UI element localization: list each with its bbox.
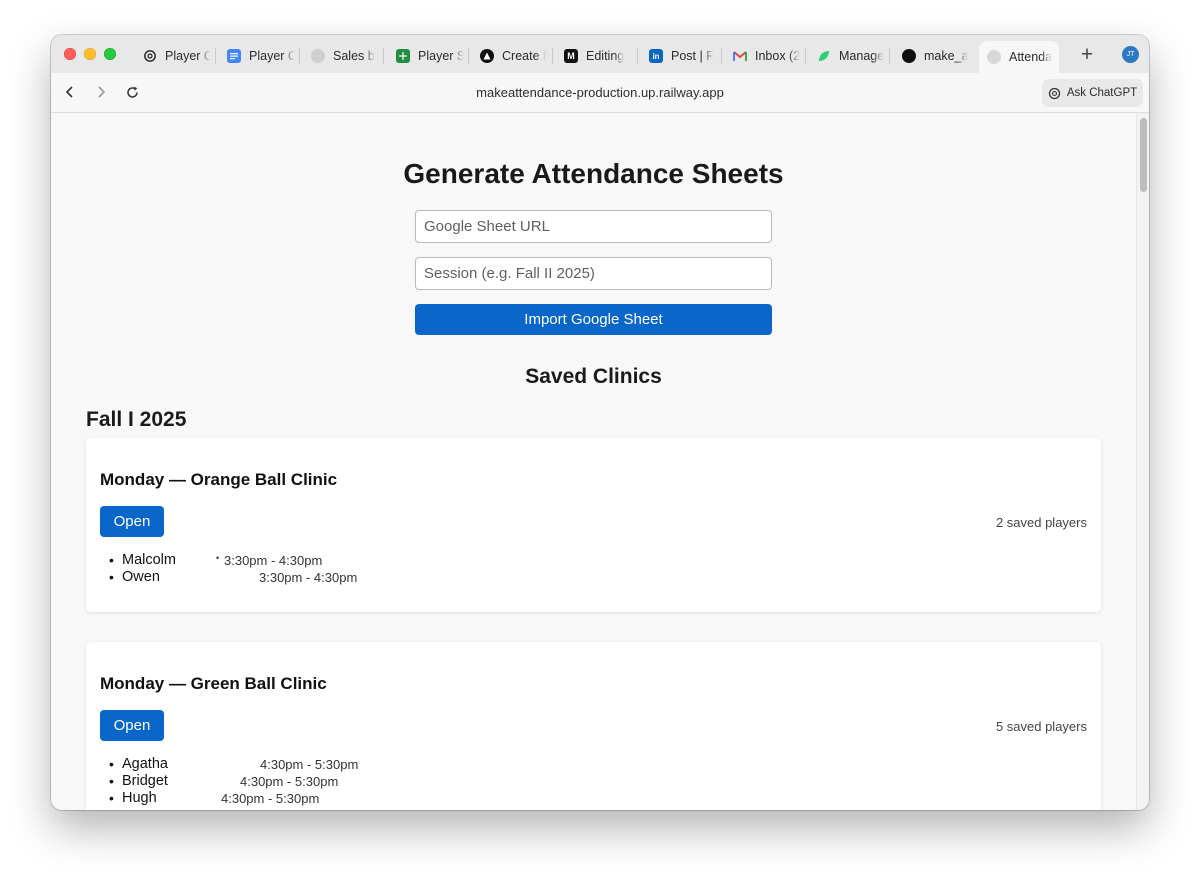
clinic-card: Monday — Orange Ball Clinic Open 2 saved…: [86, 438, 1101, 612]
globe-icon: [311, 49, 325, 63]
list-item: Agatha 4:30pm - 5:30pm: [109, 756, 622, 773]
player-name: Hugh: [122, 790, 157, 806]
google-docs-icon: [227, 49, 241, 63]
saved-clinics-heading: Saved Clinics: [525, 365, 662, 388]
close-window-button[interactable]: [64, 48, 76, 60]
session-input[interactable]: [415, 257, 772, 290]
clinic-title: Monday — Green Ball Clinic: [100, 674, 327, 693]
dark-circle-icon: [902, 49, 916, 63]
open-clinic-button[interactable]: Open: [100, 710, 164, 741]
leaf-app-icon: [817, 49, 831, 63]
page-title: Generate Attendance Sheets: [403, 158, 784, 189]
import-google-sheet-button[interactable]: Import Google Sheet: [415, 304, 772, 335]
player-time: 4:30pm - 5:30pm: [260, 757, 359, 772]
tab-create[interactable]: Create l: [472, 41, 548, 71]
session-heading: Fall I 2025: [86, 408, 187, 431]
google-sheet-url-input[interactable]: [415, 210, 772, 243]
tab-player-s[interactable]: Player S: [388, 41, 464, 71]
maximize-window-button[interactable]: [104, 48, 116, 60]
browser-toolbar: makeattendance-production.up.railway.app…: [51, 73, 1149, 113]
list-item: Hugh 4:30pm - 5:30pm: [109, 790, 622, 807]
player-list: Agatha 4:30pm - 5:30pm Bridget 4:30pm - …: [109, 756, 622, 807]
player-time: 3:30pm - 4:30pm: [259, 570, 358, 585]
new-tab-button[interactable]: +: [1074, 42, 1100, 68]
player-time: 3:30pm - 4:30pm: [224, 553, 323, 568]
tab-bar: Player C Player C Sales b Player S Creat…: [51, 35, 1149, 73]
clinic-card: Monday — Green Ball Clinic Open 5 saved …: [86, 642, 1101, 810]
tab-inbox[interactable]: Inbox (2: [725, 41, 801, 71]
linkedin-icon: in: [649, 49, 663, 63]
address-bar[interactable]: makeattendance-production.up.railway.app: [51, 85, 1149, 100]
minimize-window-button[interactable]: [84, 48, 96, 60]
tab-player-c-1[interactable]: Player C: [135, 41, 211, 71]
scrollbar-thumb[interactable]: [1140, 118, 1147, 192]
tab-sales[interactable]: Sales b: [303, 41, 379, 71]
saved-players-count: 2 saved players: [995, 515, 1087, 530]
ask-chatgpt-label: Ask ChatGPT: [1066, 87, 1138, 99]
medium-icon: M: [564, 49, 578, 63]
chatgpt-icon: [1048, 87, 1060, 99]
player-name: Owen: [122, 569, 160, 585]
player-name: Agatha: [122, 756, 168, 772]
google-sheets-icon: [396, 49, 410, 63]
bullet-mark: •: [216, 553, 220, 563]
triangle-logo-icon: [480, 49, 494, 63]
clinic-title: Monday — Orange Ball Clinic: [100, 470, 338, 489]
tab-make-a[interactable]: make_a: [894, 41, 970, 71]
open-clinic-button[interactable]: Open: [100, 506, 164, 537]
page-scrollbar[interactable]: [1136, 113, 1149, 810]
ask-chatgpt-button[interactable]: Ask ChatGPT: [1042, 79, 1143, 107]
player-time: 4:30pm - 5:30pm: [221, 791, 320, 806]
tab-attendance-active[interactable]: Attenda: [979, 41, 1059, 73]
player-name: Bridget: [122, 773, 168, 789]
tab-editing[interactable]: M Editing: [556, 41, 632, 71]
page-viewport: Generate Attendance Sheets Import Google…: [51, 113, 1136, 810]
tab-player-c-2[interactable]: Player C: [219, 41, 295, 71]
list-item: Owen 3:30pm - 4:30pm: [109, 569, 622, 586]
list-item: Malcolm • 3:30pm - 4:30pm: [109, 552, 622, 569]
gmail-icon: [733, 49, 747, 63]
list-item: Bridget 4:30pm - 5:30pm: [109, 773, 622, 790]
player-name: Malcolm: [122, 552, 176, 568]
profile-avatar[interactable]: JT: [1122, 46, 1139, 63]
player-list: Malcolm • 3:30pm - 4:30pm Owen 3:30pm - …: [109, 552, 622, 586]
globe-icon: [987, 50, 1001, 64]
window-controls: [64, 48, 116, 60]
saved-players-count: 5 saved players: [995, 719, 1087, 734]
player-time: 4:30pm - 5:30pm: [240, 774, 339, 789]
chatgpt-icon: [143, 49, 157, 63]
browser-window: Player C Player C Sales b Player S Creat…: [51, 35, 1149, 810]
tab-post[interactable]: in Post | F: [641, 41, 717, 71]
tab-manage[interactable]: Manage: [809, 41, 885, 71]
